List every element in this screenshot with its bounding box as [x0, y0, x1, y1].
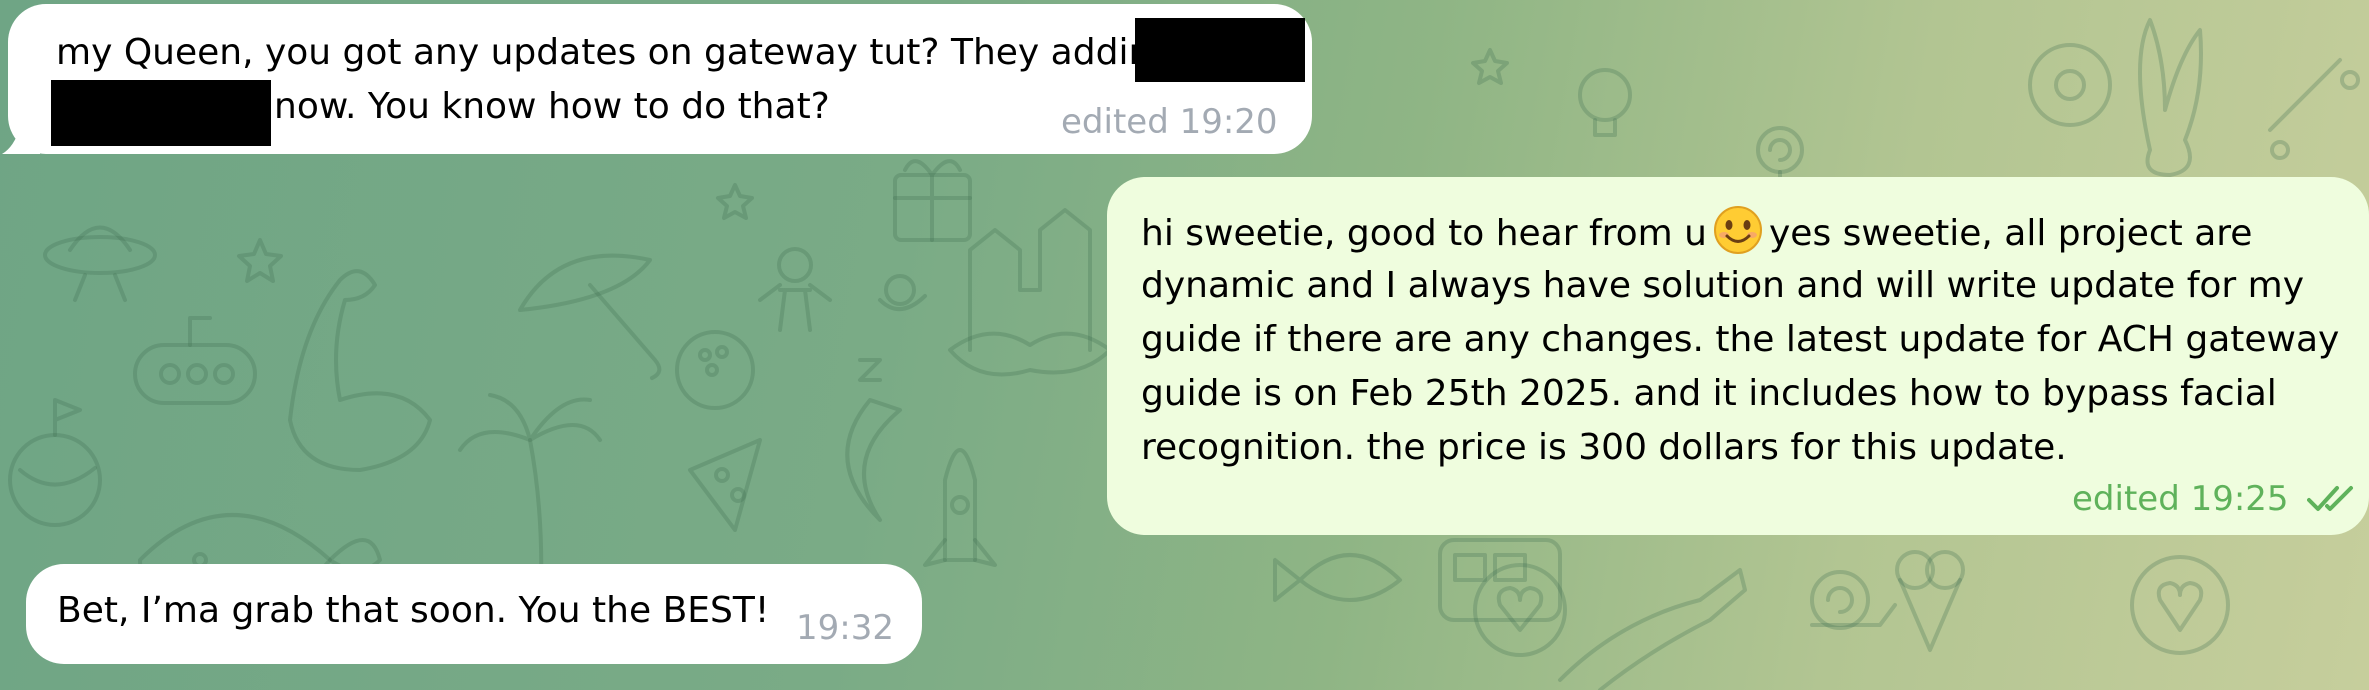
bubble-tail: [2, 120, 40, 154]
message-line: my Queen, you got any updates on gateway…: [56, 32, 1152, 73]
message-line: Bet, I’ma grab that soon. You the BEST!: [57, 590, 770, 631]
message-line-text: hi sweetie, good to hear from u: [1141, 213, 1707, 254]
skateboard-doodle: [2268, 58, 2360, 160]
gift-doodle: [893, 159, 972, 242]
ufo-doodle: [43, 225, 157, 302]
bowling-ball-doodle: [675, 330, 755, 410]
pizza-doodle: [688, 438, 762, 532]
message-line: hi sweetie, good to hear from u yes swee…: [1141, 205, 2252, 261]
smiling-face-emoji-icon: [1714, 206, 1762, 254]
message-timestamp: edited 19:20: [1061, 102, 1278, 142]
message-line: dynamic and I always have solution and w…: [1141, 265, 2305, 306]
ring-doodle: [878, 274, 927, 311]
umbrella-doodle: [518, 253, 662, 380]
message-timestamp: 19:32: [796, 608, 894, 648]
message-line: guide is on Feb 25th 2025. and it includ…: [1141, 373, 2277, 414]
message-line-text: yes sweetie, all project are: [1769, 213, 2253, 254]
gingerbread-doodle: [758, 247, 832, 332]
bulb-doodle: [1578, 68, 1632, 137]
incoming-message-bubble[interactable]: my Queen, you got any updates on gateway…: [8, 4, 1312, 154]
message-timestamp: edited 19:25: [2072, 479, 2359, 519]
rocket-doodle: [923, 448, 997, 567]
message-line: recognition. the price is 300 dollars fo…: [1141, 427, 2067, 468]
dinosaur-doodle: [288, 269, 432, 472]
submarine-doodle: [133, 316, 257, 405]
redaction-block: [1135, 18, 1305, 82]
crocodile-doodle: [1558, 568, 1747, 690]
message-line: guide if there are any changes. the late…: [1141, 319, 2340, 360]
planet-doodle: [8, 398, 102, 527]
redaction-block: [51, 80, 271, 146]
message-line: now. You know how to do that?: [274, 86, 830, 127]
message-timestamp-text: edited 19:25: [2072, 479, 2289, 519]
fish-doodle: [1273, 553, 1402, 602]
moon-doodle: [845, 358, 902, 522]
snail-doodle: [1810, 570, 1897, 630]
double-check-icon: [2306, 486, 2353, 511]
bunny-doodle: [2138, 18, 2203, 177]
ice-cream-doodle: [1895, 550, 1965, 652]
castle-doodle: [948, 208, 1112, 377]
donut-doodle: [2028, 43, 2112, 127]
incoming-message-bubble[interactable]: Bet, I’ma grab that soon. You the BEST! …: [26, 564, 922, 664]
outgoing-message-bubble[interactable]: hi sweetie, good to hear from u yes swee…: [1107, 177, 2369, 535]
heart-badge-doodle-2: [2130, 555, 2230, 655]
